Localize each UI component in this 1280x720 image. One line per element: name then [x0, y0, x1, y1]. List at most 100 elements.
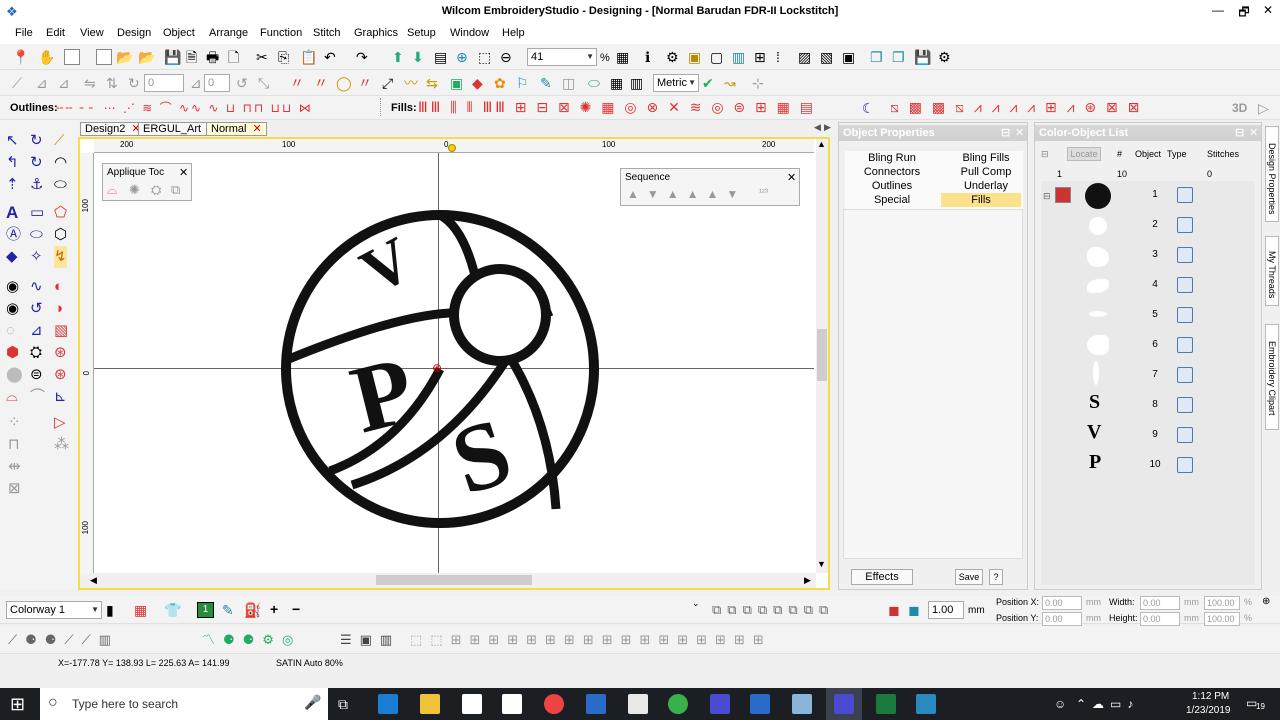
ellipse-tool-icon[interactable]: ⬭	[30, 224, 43, 246]
mail-icon[interactable]	[502, 694, 522, 714]
lock-icon[interactable]: ⊓	[8, 434, 20, 456]
menu-design[interactable]: Design	[117, 27, 151, 39]
task-view-icon[interactable]: ⧉	[338, 696, 348, 713]
undo-icon[interactable]: ↶	[324, 49, 336, 65]
shirt-icon[interactable]: 👕	[164, 602, 181, 618]
edge-icon[interactable]	[378, 694, 398, 714]
app-window-icon[interactable]	[628, 694, 648, 714]
moon-icon[interactable]: ☾	[862, 100, 875, 116]
radial-fill-icon[interactable]: ⊛	[54, 342, 67, 364]
applique-create-icon[interactable]: ⌓	[107, 182, 117, 198]
star-icon[interactable]: ✿	[494, 75, 506, 91]
windows-start-icon[interactable]: ⊞	[10, 694, 25, 714]
hoop-icon[interactable]: ▤	[434, 49, 447, 65]
align-icon[interactable]: ⟋	[12, 75, 22, 91]
digitize-tool-icon[interactable]: ↯	[54, 246, 67, 268]
flip-horizontal-icon[interactable]: ⇋	[84, 75, 96, 91]
vertical-scrollbar[interactable]: ▲ ▼	[816, 139, 828, 573]
thread-icon[interactable]	[1177, 247, 1193, 263]
copy-objects-icon[interactable]: ⎘	[278, 49, 289, 65]
show-fabric-icon[interactable]: ▣	[688, 49, 701, 65]
stamp-icon[interactable]: ⁂	[54, 434, 69, 456]
send-machine-icon[interactable]: ⬇	[412, 49, 424, 65]
tab-fills[interactable]: Fills	[941, 193, 1021, 207]
paint-bucket-icon[interactable]: ⛽	[244, 602, 261, 618]
tab-special[interactable]: Special	[847, 193, 937, 207]
new-file-icon[interactable]	[96, 49, 112, 65]
menu-graphics[interactable]: Graphics	[354, 27, 398, 39]
three-d-label[interactable]: 3D	[1232, 101, 1247, 115]
menu-file[interactable]: File	[15, 27, 33, 39]
tab-scroll-left-icon[interactable]: ◀	[814, 122, 821, 133]
hand-icon[interactable]: ✋	[38, 49, 55, 65]
object-thumb-icon[interactable]	[1087, 279, 1109, 293]
tab-normal[interactable]: Normal ✕	[206, 122, 267, 136]
print-preview-icon[interactable]: 🗋	[228, 49, 239, 65]
small-ring[interactable]	[449, 264, 551, 366]
zoom-fit-icon[interactable]: ▦	[616, 49, 629, 65]
add-color-icon[interactable]: +	[270, 601, 278, 617]
tab-connectors[interactable]: Connectors	[847, 165, 937, 179]
tray-icons[interactable]: ⌃☁▭♪	[1076, 697, 1139, 711]
object-list[interactable]: ⊟ 1 2 3 4 5 6 7 S 8 V 9 P 10	[1041, 181, 1255, 585]
zoom-in-icon[interactable]: ⊕	[456, 49, 468, 65]
taskbar-search-box[interactable]: ○ Type here to search 🎤	[40, 688, 328, 720]
slant-icon[interactable]: ⊿	[190, 75, 202, 91]
rotate-left-icon[interactable]: ↺	[236, 75, 248, 91]
polyline-select-icon[interactable]: ↰	[6, 152, 19, 174]
locate-button[interactable]: Locate	[1067, 147, 1101, 161]
show-stitches-icon[interactable]: ⚙	[666, 49, 679, 65]
thread-icon[interactable]	[1177, 187, 1193, 203]
show-vectors-icon[interactable]: ▧	[820, 49, 833, 65]
print-icon[interactable]: 🖶	[206, 49, 219, 65]
sequence-numbers-icon[interactable]: ¹²³	[759, 187, 768, 197]
close-button[interactable]: ✕	[1256, 3, 1280, 21]
picture-icon[interactable]: ▣	[450, 75, 463, 91]
shaping-tools-icon[interactable]: ⧉⧉⧉⧉⧉⧉⧉⧉	[712, 602, 834, 618]
collapse-icon[interactable]: ⊟	[1041, 149, 1049, 160]
snowflake-app-icon[interactable]	[916, 694, 936, 714]
thread-icon[interactable]	[1177, 427, 1193, 443]
team-names-icon[interactable]: ◆	[6, 246, 18, 268]
settings-gear-icon[interactable]: ⚙	[938, 49, 951, 65]
object-thumb-icon[interactable]	[1087, 335, 1109, 355]
object-thumb-s[interactable]: S	[1089, 391, 1100, 413]
height-percent-field[interactable]: 100.00	[1204, 612, 1240, 626]
position-x-field[interactable]: 0.00	[1042, 596, 1082, 610]
flip-vertical-icon[interactable]: ⇅	[106, 75, 118, 91]
stitch-player-icon[interactable]: ⬆	[392, 49, 404, 65]
file-explorer-icon[interactable]	[420, 694, 440, 714]
green-app-icon[interactable]	[668, 694, 688, 714]
units-combo[interactable]: Metric ▼	[653, 74, 699, 92]
menu-edit[interactable]: Edit	[46, 27, 65, 39]
scroll-up-icon[interactable]: ▲	[817, 139, 826, 149]
open-recent-icon[interactable]: 📂	[138, 49, 155, 65]
close-icon[interactable]: ✕	[179, 166, 188, 179]
slideshow-icon[interactable]: ▣	[842, 49, 855, 65]
letter-p[interactable]: P	[341, 335, 424, 453]
group-icon[interactable]: ⇡	[6, 174, 19, 196]
position-y-field[interactable]: 0.00	[1042, 612, 1082, 626]
thread-icon[interactable]	[1177, 277, 1193, 293]
horizontal-scrollbar[interactable]: ◀ ▶	[80, 573, 816, 588]
thread-icon[interactable]	[1177, 337, 1193, 353]
zoom-combo[interactable]: 41 ▼	[527, 48, 597, 66]
input-b-icon[interactable]: 〃	[358, 75, 372, 91]
save-button[interactable]: Save	[955, 569, 983, 585]
menu-function[interactable]: Function	[260, 27, 302, 39]
close-icon[interactable]: ✕	[787, 171, 796, 184]
thread-icon[interactable]	[1177, 367, 1193, 383]
backtrack-icon[interactable]: ↺	[30, 298, 43, 320]
tab-my-threads[interactable]: My Threads	[1265, 236, 1279, 306]
hoop-tool-icon[interactable]: ◠	[54, 152, 67, 174]
tab-bling-fills[interactable]: Bling Fills	[941, 151, 1031, 165]
thread-icon[interactable]	[1177, 307, 1193, 323]
align-tools-icon[interactable]: ⬚⬚⊞⊞⊞⊞⊞⊞⊞⊞⊞⊞⊞⊞⊞⊞⊞⊞⊞	[410, 632, 772, 648]
outline-stitch-types-icon[interactable]: ╌╌ ╴╴ ⋯ ⋰ ≋ ⌒ ∿∿ ∿ ⊔ ⊓⊓ ⊔⊔ ⋈	[56, 100, 313, 116]
scale-field[interactable]: 1.00	[928, 601, 964, 619]
info-icon[interactable]: ℹ	[645, 49, 650, 65]
offset-icon[interactable]: ⌒	[30, 386, 45, 408]
zoom-out-icon[interactable]: ⊖	[500, 49, 512, 65]
input-run-icon[interactable]: 〰	[404, 75, 418, 91]
tab-outlines[interactable]: Outlines	[847, 179, 937, 193]
